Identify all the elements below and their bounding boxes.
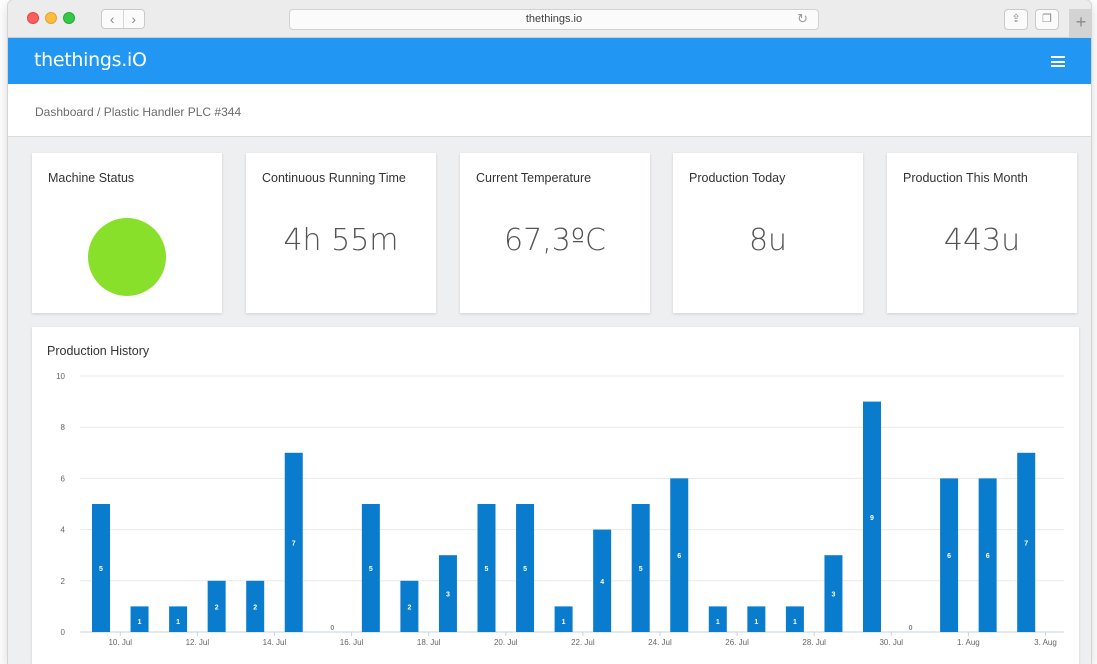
bar-data-label: 6 [947,553,951,560]
production-today-title: Production Today [689,171,786,185]
bar-data-label: 6 [677,553,681,560]
bar-data-label: 1 [793,619,797,626]
bar-data-label: 5 [99,566,103,573]
x-tick-label: 16. Jul [340,638,364,647]
x-tick-label: 14. Jul [263,638,287,647]
bar-data-label: 0 [909,625,913,632]
close-window-button[interactable] [27,12,39,24]
bar-data-label: 3 [446,592,450,599]
share-icon[interactable]: ⇪ [1004,9,1028,30]
y-tick-label: 10 [56,372,65,381]
y-tick-label: 8 [61,423,66,432]
production-today-card: Production Today 8u [673,153,863,313]
bar-data-label: 1 [138,619,142,626]
x-tick-label: 24. Jul [648,638,672,647]
tabs-overview-icon[interactable]: ❐ [1035,9,1059,30]
bar-data-label: 7 [1024,540,1028,547]
bar-data-label: 0 [330,625,334,632]
new-tab-icon[interactable]: + [1069,9,1091,37]
breadcrumb-bar: Dashboard / Plastic Handler PLC #344 [8,84,1091,137]
minimize-window-button[interactable] [45,12,57,24]
forward-icon[interactable]: › [122,10,145,28]
temperature-value: 67,3ºC [504,223,606,258]
back-icon[interactable]: ‹ [102,10,123,28]
brand-logo[interactable]: thethings.iO [34,49,147,71]
reload-icon[interactable]: ↻ [797,11,808,27]
x-tick-label: 1. Aug [957,638,980,647]
bar-data-label: 2 [215,604,219,611]
breadcrumb: Dashboard / Plastic Handler PLC #344 [35,105,242,119]
x-tick-label: 22. Jul [571,638,595,647]
bar-data-label: 3 [831,592,835,599]
running-time-value: 4h 55m [283,223,399,258]
production-history-chart: 0 2 4 6 8 10 5 1 1 2 2 7 0 5 2 3 5 5 1 4 5 6 1 1 1 3 9 0 6 6 7 10. Jul 1… [56,372,1064,647]
bar-data-label: 6 [986,553,990,560]
bar-data-label: 5 [523,566,527,573]
running-time-card: Continuous Running Time 4h 55m [246,153,436,313]
bar-data-label: 1 [176,619,180,626]
production-month-card: Production This Month 443u [887,153,1077,313]
y-tick-label: 2 [61,577,66,586]
url-text: thethings.io [525,13,583,25]
running-time-title: Continuous Running Time [262,171,406,185]
browser-window: ‹ › thethings.io ↻ ⇪ ❐ + thethings.iO Da… [8,0,1091,664]
bar-data-label: 5 [639,566,643,573]
bar-data-label: 1 [754,619,758,626]
temperature-title: Current Temperature [476,171,592,185]
x-tick-label: 26. Jul [725,638,749,647]
x-tick-label: 30. Jul [879,638,903,647]
x-tick-label: 18. Jul [417,638,441,647]
x-tick-label: 12. Jul [186,638,210,647]
bar-data-label: 4 [600,579,604,586]
bar-data-label: 2 [407,604,411,611]
history-nav: ‹ › [101,9,145,29]
production-today-value: 8u [748,223,788,258]
browser-toolbar: ‹ › thethings.io ↻ ⇪ ❐ + [8,0,1091,38]
temperature-card: Current Temperature 67,3ºC [460,153,650,313]
x-tick-label: 20. Jul [494,638,518,647]
x-tick-label: 28. Jul [802,638,826,647]
y-tick-label: 0 [61,628,66,637]
bar-data-label: 5 [485,566,489,573]
bar-data-label: 1 [716,619,720,626]
hamburger-menu-icon[interactable] [1051,56,1065,67]
production-month-value: 443u [943,223,1021,258]
app-header: thethings.iO [8,38,1091,84]
bar-data-label: 5 [369,566,373,573]
x-tick-label: 10. Jul [108,638,132,647]
zoom-window-button[interactable] [63,12,75,24]
machine-status-card: Machine Status [32,153,222,313]
bar-data-label: 7 [292,540,296,547]
machine-status-title: Machine Status [48,171,135,185]
bar-data-label: 1 [562,619,566,626]
bar-data-label: 2 [253,604,257,611]
address-bar[interactable]: thethings.io ↻ [289,9,819,30]
production-month-title: Production This Month [903,171,1028,185]
status-indicator [88,218,166,296]
bar-data-label: 9 [870,515,874,522]
production-history-card: Production History 0 2 4 6 8 10 5 1 1 2 2 7 0 5 2 3 5 5 1 4… [32,327,1079,664]
y-tick-label: 6 [61,474,66,483]
x-tick-label: 3. Aug [1034,638,1057,647]
y-tick-label: 4 [61,526,66,535]
